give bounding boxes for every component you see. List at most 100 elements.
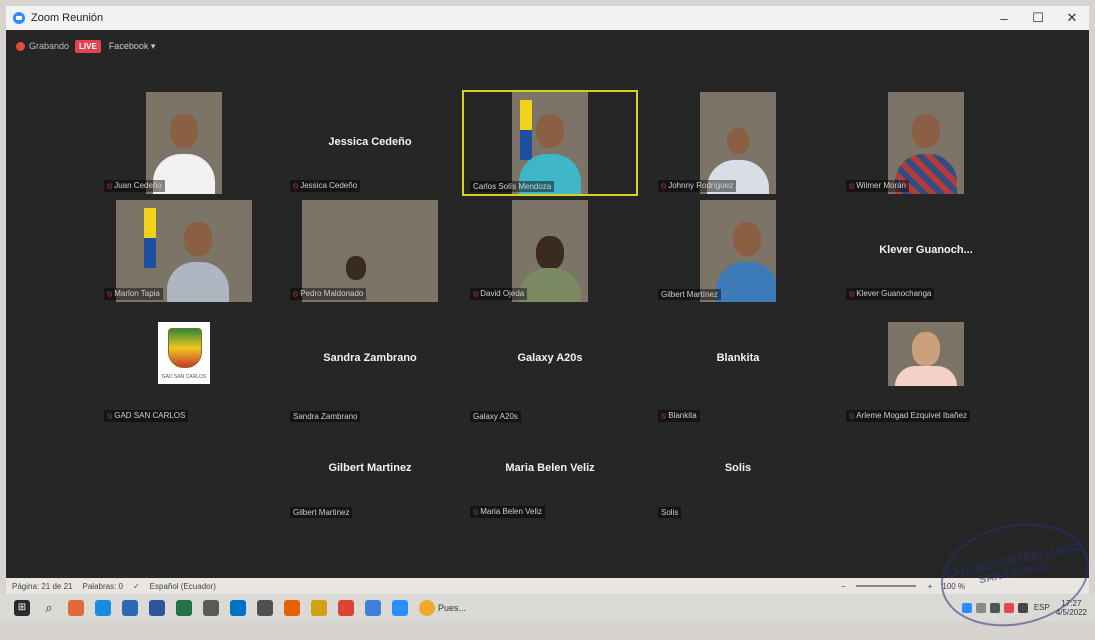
- start-button-icon[interactable]: ⊞: [14, 599, 30, 616]
- participant-label: ⦸ GAD SAN CARLOS: [104, 410, 189, 422]
- participant-display-name: Maria Belen Veliz: [505, 462, 595, 474]
- participant-tile[interactable]: Klever Guanoch... ⦸ Klever Guanochanga: [840, 200, 1012, 302]
- zoom-out-button[interactable]: −: [841, 582, 846, 591]
- mic-muted-icon: ⦸: [107, 289, 113, 298]
- municipal-emblem-image: GAD SAN CARLOS: [158, 322, 210, 384]
- participant-display-name: Sandra Zambrano: [323, 352, 417, 364]
- participant-video: [700, 200, 776, 302]
- participant-tile[interactable]: Jessica Cedeño ⦸ Jessica Cedeño: [284, 92, 456, 194]
- participant-label: ⦸ Arleme Mogad Ezquivel Ibañez: [846, 410, 970, 422]
- mic-muted-icon: ⦸: [661, 411, 667, 420]
- participant-display-name: Klever Guanoch...: [879, 244, 973, 256]
- participant-video: [512, 92, 588, 194]
- participant-label: Carlos Solís Mendoza: [470, 181, 555, 192]
- mail-icon[interactable]: [230, 599, 246, 616]
- participant-label: ⦸ Blankita: [658, 410, 700, 422]
- participant-display-name: Jessica Cedeño: [328, 136, 412, 148]
- windows-taskbar: ⊞ ⌕ Pues... ESP 17:27 4/5/2022: [0, 594, 1095, 621]
- mic-muted-icon: ⦸: [849, 289, 855, 298]
- participant-tile[interactable]: Maria Belen Veliz ⦸ Maria Belen Veliz: [464, 442, 636, 544]
- stamp-text: GAD DESCENTRALIZADO SAN CARLOS: [943, 541, 1081, 587]
- meeting-gallery: Grabando LIVE Facebook ▾ ⦸ Juan Cedeño Je…: [6, 30, 1089, 578]
- participant-video: [302, 200, 438, 302]
- mic-muted-icon: ⦸: [293, 181, 299, 190]
- participant-display-name: Blankita: [716, 352, 760, 364]
- participant-label: ⦸ Klever Guanochanga: [846, 288, 935, 300]
- chrome-icon[interactable]: [338, 599, 354, 616]
- app-icon-4[interactable]: [365, 599, 381, 616]
- participant-tile[interactable]: ⦸ Wilmer Morán: [840, 92, 1012, 194]
- edge-browser-icon[interactable]: [95, 599, 111, 616]
- mic-muted-icon: ⦸: [661, 181, 667, 190]
- mic-muted-icon: ⦸: [107, 181, 113, 190]
- participant-tile[interactable]: ⦸ Arleme Mogad Ezquivel Ibañez: [840, 322, 1012, 424]
- participant-label: ⦸ Wilmer Morán: [846, 180, 909, 192]
- participant-tile[interactable]: Gilbert Martínez: [652, 200, 824, 302]
- zoom-taskbar-icon[interactable]: [392, 599, 408, 616]
- participant-tile[interactable]: Blankita ⦸ Blankita: [652, 322, 824, 424]
- participant-tile[interactable]: GAD SAN CARLOS ⦸ GAD SAN CARLOS: [98, 322, 270, 424]
- app-icon-1[interactable]: [68, 599, 84, 616]
- participant-tile[interactable]: ⦸ David Ojeda: [464, 200, 636, 302]
- word-icon[interactable]: [149, 599, 165, 616]
- stream-platform-dropdown[interactable]: Facebook ▾: [109, 41, 156, 52]
- participant-label: Solis: [658, 507, 682, 518]
- mic-muted-icon: ⦸: [473, 507, 479, 516]
- participant-tile[interactable]: ⦸ Pedro Maldonado: [284, 200, 456, 302]
- window-title: Zoom Reunión: [31, 12, 104, 24]
- participant-video: [888, 92, 964, 194]
- word-count[interactable]: Palabras: 0: [83, 582, 123, 591]
- minimize-button[interactable]: –: [987, 6, 1021, 30]
- document-status-bar: Página: 21 de 21 Palabras: 0 ✓ Español (…: [6, 578, 1089, 594]
- participant-display-name: Solis: [724, 462, 752, 474]
- participant-tile[interactable]: ⦸ Juan Cedeño: [98, 92, 270, 194]
- participant-tile[interactable]: Solis Solis: [652, 442, 824, 544]
- app-icon-5[interactable]: [419, 599, 435, 616]
- zoom-app-icon: [13, 12, 25, 24]
- participant-tile[interactable]: ⦸ Johnny Rodríguez: [652, 92, 824, 194]
- participant-tile[interactable]: ⦸ Marlon Tapia: [98, 200, 270, 302]
- mic-muted-icon: ⦸: [293, 289, 299, 298]
- participant-label: ⦸ Juan Cedeño: [104, 180, 165, 192]
- mic-muted-icon: ⦸: [849, 181, 855, 190]
- participant-display-name: Galaxy A20s: [517, 352, 583, 364]
- file-explorer-icon[interactable]: [122, 599, 138, 616]
- maximize-button[interactable]: ☐: [1021, 6, 1055, 30]
- language-indicator[interactable]: Español (Ecuador): [150, 582, 216, 591]
- participant-tile[interactable]: Gilbert Martinez Gilbert Martinez: [284, 442, 456, 544]
- participant-label: ⦸ David Ojeda: [470, 288, 528, 300]
- participant-display-name: Gilbert Martinez: [328, 462, 412, 474]
- calculator-icon[interactable]: [257, 599, 273, 616]
- participant-label: ⦸ Jessica Cedeño: [290, 180, 361, 192]
- mic-muted-icon: ⦸: [107, 411, 113, 420]
- live-status-bar: Grabando LIVE Facebook ▾: [16, 38, 155, 54]
- coat-of-arms-icon: [168, 328, 202, 368]
- participant-label: ⦸ Pedro Maldonado: [290, 288, 367, 300]
- participant-label: Gilbert Martínez: [658, 289, 721, 300]
- excel-icon[interactable]: [176, 599, 192, 616]
- participant-tile[interactable]: Sandra Zambrano Sandra Zambrano: [284, 322, 456, 424]
- zoom-slider[interactable]: [855, 585, 916, 587]
- participant-video: [116, 200, 252, 302]
- recording-dot-icon: [16, 41, 25, 51]
- emblem-caption: GAD SAN CARLOS: [161, 374, 207, 380]
- recording-label: Grabando: [29, 41, 70, 51]
- participant-label: Sandra Zambrano: [290, 411, 361, 422]
- participant-tile-active-speaker[interactable]: Carlos Solís Mendoza: [462, 90, 638, 196]
- zoom-in-button[interactable]: +: [928, 582, 933, 591]
- firefox-icon[interactable]: [284, 599, 300, 616]
- live-badge[interactable]: LIVE: [75, 39, 101, 53]
- participant-tile[interactable]: Galaxy A20s Galaxy A20s: [464, 322, 636, 424]
- participant-label: ⦸ Marlon Tapia: [104, 288, 163, 300]
- close-button[interactable]: ✕: [1055, 6, 1089, 30]
- search-icon[interactable]: ⌕: [41, 600, 57, 616]
- participant-label: ⦸ Johnny Rodríguez: [658, 180, 737, 192]
- app-icon-3[interactable]: [311, 599, 327, 616]
- taskbar-app-label[interactable]: Pues...: [438, 603, 466, 613]
- spellcheck-icon[interactable]: ✓: [133, 582, 140, 591]
- mic-muted-icon: ⦸: [849, 411, 855, 420]
- participant-video: [700, 92, 776, 194]
- page-count[interactable]: Página: 21 de 21: [12, 582, 73, 591]
- participant-video: [146, 92, 222, 194]
- app-icon-2[interactable]: [203, 599, 219, 616]
